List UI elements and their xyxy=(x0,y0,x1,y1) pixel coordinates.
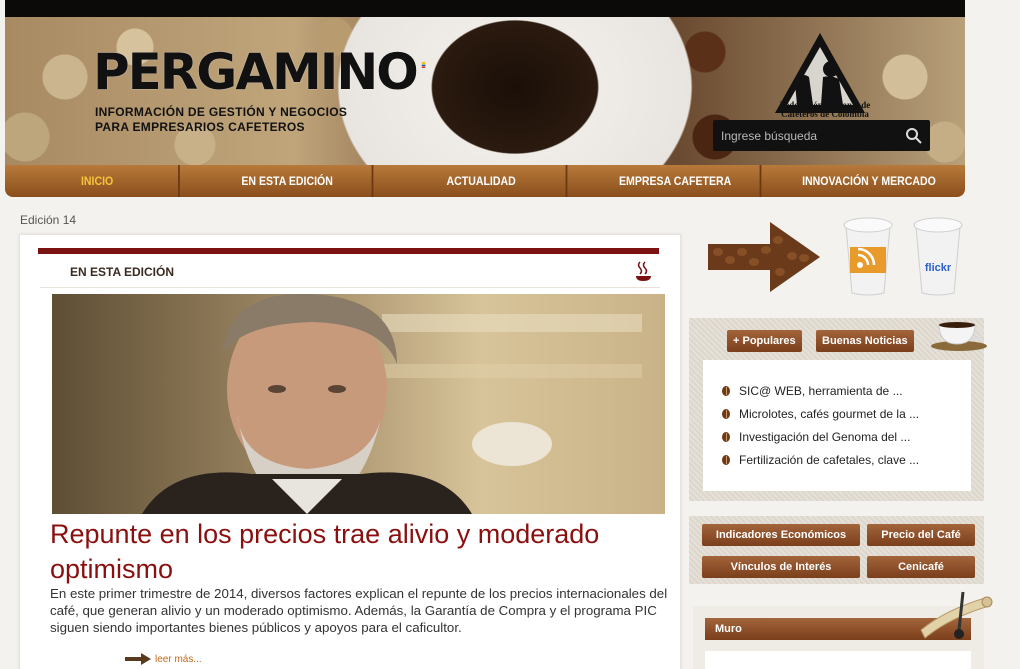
flickr-cup-icon[interactable]: flickr xyxy=(908,215,968,297)
header-banner: PERGAMINO INFORMACIÓN DE GESTIÓN Y NEGOC… xyxy=(5,17,965,165)
popular-link[interactable]: Microlotes, cafés gourmet de la ... xyxy=(739,407,919,421)
coffee-bean-icon xyxy=(722,454,730,465)
top-bar xyxy=(5,0,965,17)
federation-name: Federación Nacional de Cafeteros de Colo… xyxy=(779,100,871,120)
list-item[interactable]: SIC@ WEB, herramienta de ... xyxy=(722,379,971,402)
list-item[interactable]: Fertilización de cafetales, clave ... xyxy=(722,448,971,471)
popular-list: SIC@ WEB, herramienta de ... Microlotes,… xyxy=(703,360,971,491)
nav-item-en-esta-edicion[interactable]: EN ESTA EDICIÓN xyxy=(203,165,374,197)
logo-tagline: PARA EMPRESARIOS CAFETEROS xyxy=(95,120,305,134)
article-photo[interactable] xyxy=(52,294,665,514)
coffee-bean-icon xyxy=(722,385,730,396)
scroll-quill-icon xyxy=(920,591,993,639)
nav-item-inicio[interactable]: INICIO xyxy=(16,165,180,197)
section-title: EN ESTA EDICIÓN xyxy=(70,265,175,279)
nav-item-empresa-cafetera[interactable]: EMPRESA CAFETERA xyxy=(591,165,762,197)
coffee-steam-icon xyxy=(636,261,651,281)
coffee-bean-icon xyxy=(722,408,730,419)
logo-tagline: INFORMACIÓN DE GESTIÓN Y NEGOCIOS xyxy=(95,105,348,119)
site-logo[interactable]: PERGAMINO xyxy=(93,47,429,97)
wall-content xyxy=(705,651,971,669)
popular-link[interactable]: Fertilización de cafetales, clave ... xyxy=(739,453,919,467)
popular-link[interactable]: SIC@ WEB, herramienta de ... xyxy=(739,384,903,398)
search-box xyxy=(713,120,930,151)
coffee-bean-icon xyxy=(722,431,730,442)
section-bar xyxy=(38,248,659,254)
nav-item-actualidad[interactable]: ACTUALIDAD xyxy=(397,165,568,197)
article-headline[interactable]: Repunte en los precios trae alivio y mod… xyxy=(50,517,670,586)
list-item[interactable]: Microlotes, cafés gourmet de la ... xyxy=(722,402,971,425)
coffee-bean-arrow-icon xyxy=(708,222,820,292)
main-nav: INICIO EN ESTA EDICIÓN ACTUALIDAD EMPRES… xyxy=(5,165,965,197)
section-divider xyxy=(40,287,660,288)
tab-populares[interactable]: + Populares xyxy=(727,330,802,352)
rss-cup-icon[interactable] xyxy=(838,215,898,297)
coffee-cup-icon xyxy=(931,322,987,351)
cenicafe-button[interactable]: Cenicafé xyxy=(867,556,975,578)
precio-del-cafe-button[interactable]: Precio del Café xyxy=(867,524,975,546)
flickr-label: flickr xyxy=(925,262,952,274)
article-summary: En este primer trimestre de 2014, divers… xyxy=(50,586,668,636)
search-input[interactable] xyxy=(721,127,901,145)
popular-panel: + Populares Buenas Noticias SIC@ WEB, he… xyxy=(689,318,987,501)
main-panel: EN ESTA EDICIÓN Repunte en los precios t… xyxy=(19,234,681,669)
nav-item-innovacion-y-mercado[interactable]: INNOVACIÓN Y MERCADO xyxy=(785,165,954,197)
arrow-right-icon xyxy=(125,653,151,665)
page: PERGAMINO INFORMACIÓN DE GESTIÓN Y NEGOC… xyxy=(0,0,1020,669)
search-icon[interactable] xyxy=(904,126,924,146)
tab-buenas-noticias[interactable]: Buenas Noticias xyxy=(816,330,914,352)
read-more-label: leer más... xyxy=(155,653,202,665)
popular-link[interactable]: Investigación del Genoma del ... xyxy=(739,430,910,444)
list-item[interactable]: Investigación del Genoma del ... xyxy=(722,425,971,448)
vinculos-de-interes-button[interactable]: Vínculos de Interés xyxy=(702,556,860,578)
indicadores-economicos-button[interactable]: Indicadores Económicos xyxy=(702,524,860,546)
read-more-link[interactable]: leer más... xyxy=(125,653,202,665)
edition-label: Edición 14 xyxy=(20,213,77,227)
quick-links-panel: Indicadores Económicos Precio del Café V… xyxy=(689,516,984,584)
